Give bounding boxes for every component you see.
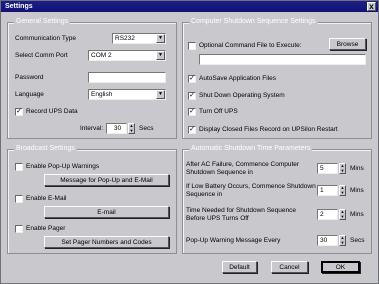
window-title: Settings bbox=[5, 3, 33, 10]
time-needed-label: Time Needed for Shutdown Sequence Before… bbox=[186, 207, 296, 222]
low-battery-spinner[interactable]: ▲ ▼ bbox=[339, 185, 346, 196]
interval-unit: Secs bbox=[139, 125, 154, 132]
close-icon[interactable]: x bbox=[367, 2, 376, 11]
pager-numbers-button[interactable]: Set Pager Numbers and Codes bbox=[44, 236, 169, 248]
ac-failure-spinner[interactable]: ▲ ▼ bbox=[339, 163, 346, 174]
comm-port-value: COM 2 bbox=[91, 52, 112, 59]
turn-off-ups-label: Turn Off UPS bbox=[199, 108, 238, 115]
enable-pager-checkbox[interactable] bbox=[15, 225, 23, 233]
turn-off-ups-checkbox[interactable]: ✓ bbox=[188, 108, 196, 116]
popup-every-spinner[interactable]: ▲ ▼ bbox=[339, 235, 346, 246]
interval-label: Interval: bbox=[80, 125, 104, 132]
optional-command-label: Optional Command File to Execute: bbox=[199, 42, 302, 49]
ac-failure-label: After AC Failure, Commence Computer Shut… bbox=[186, 161, 300, 176]
broadcast-settings-title: Broadcast Settings bbox=[14, 145, 77, 153]
comm-type-value: RS232 bbox=[115, 35, 135, 42]
comm-port-label: Select Comm Port bbox=[15, 52, 68, 59]
password-label: Password bbox=[15, 74, 44, 81]
default-button[interactable]: Default bbox=[222, 261, 257, 273]
shutdown-os-label: Shut Down Operating System bbox=[199, 92, 285, 99]
interval-input[interactable]: 30 bbox=[106, 123, 127, 134]
language-select[interactable]: English ▼ bbox=[88, 89, 166, 100]
password-field[interactable] bbox=[88, 72, 166, 83]
ac-failure-unit: Mins bbox=[350, 165, 364, 172]
popup-email-message-button[interactable]: Message for Pop-Up and E-Mail bbox=[44, 174, 169, 186]
low-battery-input[interactable]: 1 bbox=[317, 185, 338, 196]
shutdown-time-group: Automatic Shutdown Time Parameters After… bbox=[182, 145, 372, 254]
cancel-button[interactable]: Cancel bbox=[271, 261, 308, 273]
general-settings-title: General Settings bbox=[14, 18, 71, 26]
enable-email-label: Enable E-Mail bbox=[26, 195, 67, 202]
settings-window: Settings x General Settings Communicatio… bbox=[0, 0, 379, 284]
display-closed-files-checkbox[interactable]: ✓ bbox=[188, 126, 196, 134]
autosave-label: AutoSave Application Files bbox=[199, 75, 276, 82]
email-button[interactable]: E-mail bbox=[44, 206, 169, 218]
ok-button[interactable]: OK bbox=[321, 261, 360, 273]
ac-failure-input[interactable]: 5 bbox=[317, 163, 338, 174]
record-ups-data-label: Record UPS Data bbox=[26, 108, 78, 115]
general-settings-group: General Settings Communication Type RS23… bbox=[7, 18, 177, 139]
language-label: Language bbox=[15, 91, 44, 98]
command-file-field[interactable] bbox=[199, 54, 366, 65]
comm-type-label: Communication Type bbox=[15, 35, 76, 42]
time-needed-input[interactable]: 2 bbox=[317, 209, 338, 220]
popup-every-label: Pop-Up Warning Message Every bbox=[186, 237, 281, 244]
record-ups-data-checkbox[interactable]: ✓ bbox=[15, 108, 23, 116]
chevron-down-icon[interactable]: ▼ bbox=[156, 90, 165, 99]
browse-button[interactable]: Browse bbox=[329, 38, 366, 50]
enable-pager-label: Enable Pager bbox=[26, 225, 66, 232]
interval-spinner[interactable]: ▲ ▼ bbox=[128, 123, 135, 134]
enable-email-checkbox[interactable] bbox=[15, 195, 23, 203]
comm-type-select[interactable]: RS232 ▼ bbox=[112, 33, 166, 44]
shutdown-sequence-group: Computer Shutdown Sequence Settings Opti… bbox=[182, 18, 372, 139]
chevron-down-icon[interactable]: ▼ bbox=[156, 34, 165, 43]
low-battery-unit: Mins bbox=[350, 187, 364, 194]
display-closed-files-label: Display Closed Files Record on UPSilon R… bbox=[199, 126, 338, 133]
time-needed-unit: Mins bbox=[350, 211, 364, 218]
popup-every-input[interactable]: 30 bbox=[317, 235, 338, 246]
chevron-down-icon[interactable]: ▼ bbox=[156, 51, 165, 60]
low-battery-label: If Low Battery Occurs, Commence Shutdown… bbox=[186, 183, 316, 198]
shutdown-os-checkbox[interactable]: ✓ bbox=[188, 92, 196, 100]
comm-port-select[interactable]: COM 2 ▼ bbox=[88, 50, 166, 61]
language-value: English bbox=[91, 91, 113, 98]
autosave-checkbox[interactable]: ✓ bbox=[188, 75, 196, 83]
title-bar: Settings x bbox=[1, 1, 378, 12]
popup-every-unit: Secs bbox=[350, 237, 365, 244]
shutdown-sequence-title: Computer Shutdown Sequence Settings bbox=[189, 18, 318, 26]
popup-warnings-label: Enable Pop-Up Warnings bbox=[26, 163, 100, 170]
time-needed-spinner[interactable]: ▲ ▼ bbox=[339, 209, 346, 220]
broadcast-settings-group: Broadcast Settings Enable Pop-Up Warning… bbox=[7, 145, 177, 254]
optional-command-checkbox[interactable] bbox=[188, 42, 196, 50]
shutdown-time-title: Automatic Shutdown Time Parameters bbox=[189, 145, 313, 153]
popup-warnings-checkbox[interactable] bbox=[15, 163, 23, 171]
